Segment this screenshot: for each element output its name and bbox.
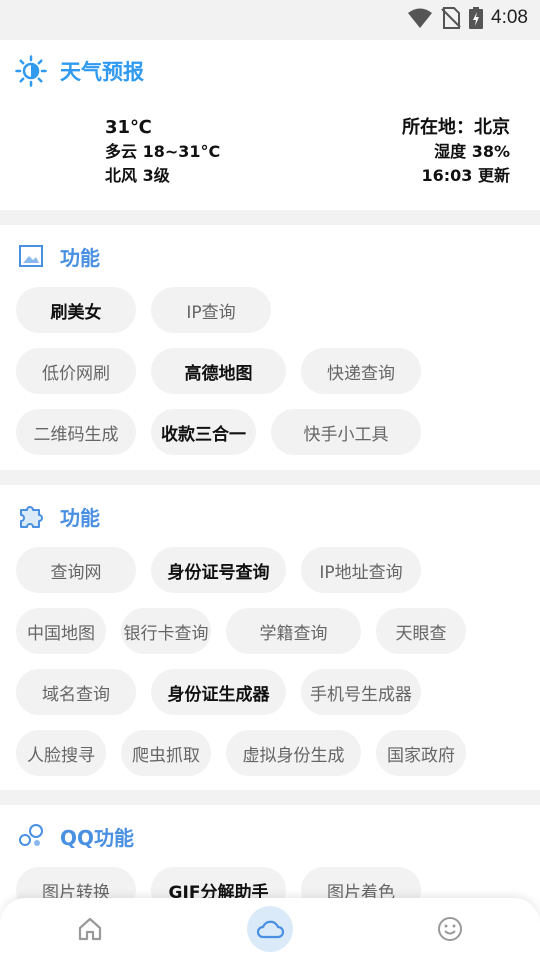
sun-icon: [14, 55, 48, 87]
weather-location: 所在地：北京: [402, 117, 510, 138]
chip-national-gov[interactable]: 国家政府: [376, 730, 466, 776]
weather-card[interactable]: 天气预报 31℃ 多云 18~31°C 北风 3级 所在地：北京 湿度 38% …: [0, 40, 540, 210]
chip-payment-3in1[interactable]: 收款三合一: [151, 409, 256, 455]
section-2-header: 功能: [14, 501, 100, 531]
battery-charging-icon: [469, 7, 484, 29]
chip-qrcode[interactable]: 二维码生成: [16, 409, 136, 455]
chip-id-generator[interactable]: 身份证生成器: [151, 669, 286, 715]
chip-kuaishou-tool[interactable]: 快手小工具: [271, 409, 421, 455]
section-1-header: 功能: [14, 241, 100, 271]
bubbles-icon: [14, 821, 48, 851]
function-section-1: 功能 刷美女 IP查询 低价网刷 高德地图 快递查询 二维码生成 收款三合一 快…: [0, 225, 540, 470]
section-3-header: QQ功能: [14, 821, 134, 851]
wifi-icon: [408, 8, 433, 28]
nav-home-button[interactable]: [68, 909, 112, 949]
weather-condition: 多云 18~31°C: [105, 142, 221, 161]
bottom-navigation: [0, 898, 540, 960]
smiley-icon: [438, 917, 462, 941]
chip-tianyancha[interactable]: 天眼查: [376, 608, 466, 654]
chip-face-search[interactable]: 人脸搜寻: [16, 730, 106, 776]
section-3-title: QQ功能: [60, 825, 135, 850]
chip-bankcard-query[interactable]: 银行卡查询: [121, 608, 211, 654]
chip-ip-address-query[interactable]: IP地址查询: [301, 547, 421, 593]
section-1-title: 功能: [60, 245, 100, 270]
function-section-2: 功能 查询网 身份证号查询 IP地址查询 中国地图 银行卡查询 学籍查询 天眼查…: [0, 485, 540, 790]
weather-meta: 所在地：北京 湿度 38% 16:03 更新: [402, 116, 510, 188]
chip-shua-meinv[interactable]: 刷美女: [16, 287, 136, 333]
chip-low-price[interactable]: 低价网刷: [16, 348, 136, 394]
image-icon: [14, 241, 48, 271]
weather-wind: 北风 3级: [105, 166, 170, 185]
cloud-icon: [256, 920, 285, 939]
chip-school-query[interactable]: 学籍查询: [226, 608, 361, 654]
chip-express-query[interactable]: 快递查询: [301, 348, 421, 394]
weather-updated: 16:03 更新: [421, 166, 510, 185]
chip-crawler[interactable]: 爬虫抓取: [121, 730, 211, 776]
status-bar: 4:08: [0, 0, 540, 36]
chip-domain-query[interactable]: 域名查询: [16, 669, 136, 715]
status-time: 4:08: [491, 7, 528, 28]
weather-title: 天气预报: [60, 60, 144, 84]
nav-weather-button[interactable]: [247, 906, 293, 952]
chip-query-web[interactable]: 查询网: [16, 547, 136, 593]
puzzle-icon: [14, 501, 48, 531]
chip-amap[interactable]: 高德地图: [151, 348, 286, 394]
weather-humidity: 湿度 38%: [434, 142, 510, 161]
no-sim-icon: [441, 7, 461, 29]
nav-profile-button[interactable]: [428, 909, 472, 949]
chip-china-map[interactable]: 中国地图: [16, 608, 106, 654]
chip-phone-generator[interactable]: 手机号生成器: [301, 669, 421, 715]
chip-virtual-identity[interactable]: 虚拟身份生成: [226, 730, 361, 776]
home-icon: [78, 917, 102, 941]
chip-ip-query[interactable]: IP查询: [151, 287, 271, 333]
chip-id-query[interactable]: 身份证号查询: [151, 547, 286, 593]
weather-header: 天气预报: [14, 55, 144, 87]
weather-temperature: 31℃: [105, 117, 152, 138]
section-2-title: 功能: [60, 505, 100, 530]
weather-details: 31℃ 多云 18~31°C 北风 3级: [105, 116, 220, 188]
